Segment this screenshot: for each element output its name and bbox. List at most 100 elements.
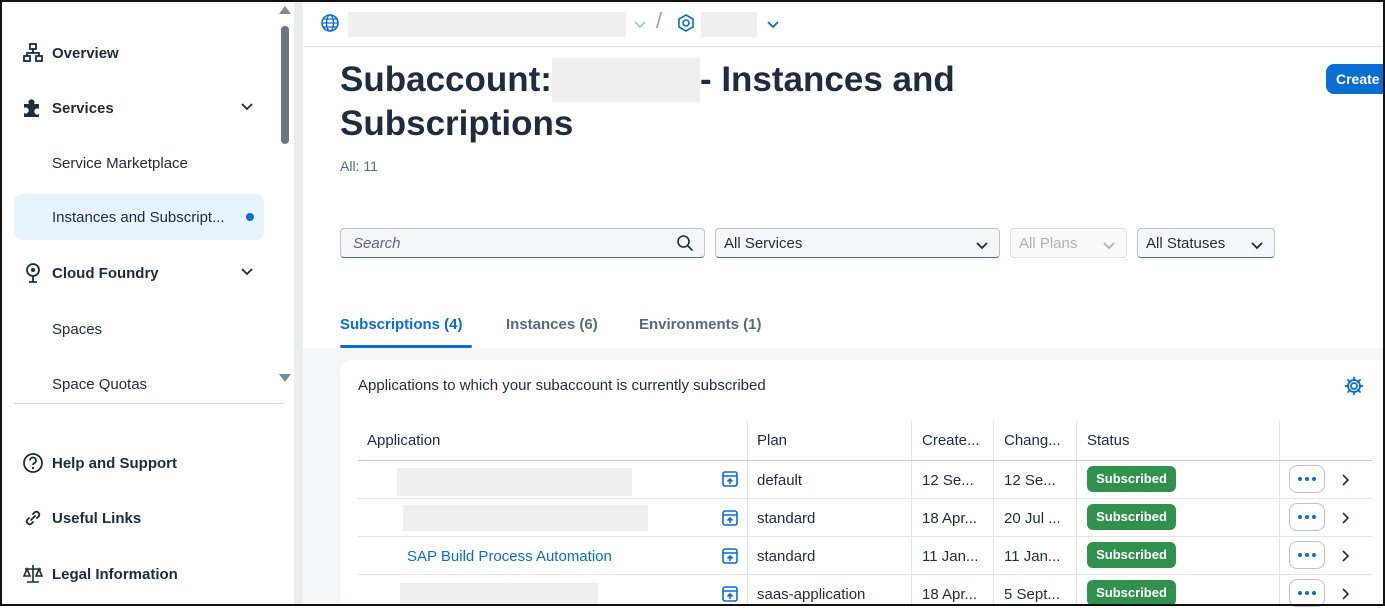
table-header-border: [358, 460, 1372, 461]
changed-cell: 20 Jul ...: [1004, 510, 1061, 527]
plans-select-value: All Plans: [1019, 235, 1078, 252]
statuses-select-value: All Statuses: [1146, 235, 1226, 252]
scroll-up-arrow[interactable]: [279, 6, 291, 14]
puzzle-icon: [22, 97, 44, 119]
tab-subscriptions[interactable]: Subscriptions (4): [340, 316, 463, 333]
sidebar-item-space-quotas[interactable]: Space Quotas: [14, 361, 264, 407]
redacted-application-name: [400, 583, 598, 604]
open-application-icon[interactable]: [721, 585, 739, 608]
sidebar-item-cloud-foundry[interactable]: Cloud Foundry: [14, 250, 264, 296]
redacted-subaccount-name: [551, 58, 700, 102]
chevron-down-icon[interactable]: [240, 264, 254, 282]
plan-cell: default: [757, 472, 803, 489]
globe-icon: [320, 13, 340, 38]
changed-cell: 12 Se...: [1004, 472, 1056, 489]
sidebar-item-label: Help and Support: [52, 454, 177, 472]
open-application-icon[interactable]: [721, 547, 739, 570]
chevron-right-icon[interactable]: [1340, 587, 1350, 606]
plan-cell: standard: [757, 548, 816, 565]
application-link[interactable]: SAP Build Process Automation: [407, 548, 612, 565]
global-account-name[interactable]: [348, 12, 626, 37]
gear-icon[interactable]: [1344, 376, 1364, 401]
chevron-right-icon[interactable]: [1340, 511, 1350, 530]
column-header-status[interactable]: Status: [1087, 432, 1130, 449]
chevron-down-icon[interactable]: [240, 99, 254, 117]
search-placeholder: Search: [353, 235, 401, 252]
status-badge: Subscribed: [1087, 542, 1176, 568]
card-title: Applications to which your subaccount is…: [358, 377, 766, 394]
changed-cell: 5 Sept...: [1004, 586, 1060, 603]
legal-scale-icon: [22, 563, 44, 585]
sidebar-item-label: Overview: [52, 44, 119, 62]
subaccount-name[interactable]: [701, 12, 757, 37]
sidebar-item-help[interactable]: Help and Support: [14, 440, 264, 486]
more-actions-button[interactable]: [1289, 503, 1325, 531]
status-badge: Subscribed: [1087, 504, 1176, 530]
sidebar-item-label: Services: [52, 99, 114, 117]
sidebar-splitter[interactable]: [294, 2, 303, 604]
column-header-created[interactable]: Create...: [922, 432, 980, 449]
sidebar-item-useful-links[interactable]: Useful Links: [14, 495, 264, 541]
sidebar-item-overview[interactable]: Overview: [14, 30, 264, 76]
scroll-down-arrow[interactable]: [279, 374, 291, 382]
chevron-right-icon[interactable]: [1340, 549, 1350, 568]
plan-cell: standard: [757, 510, 816, 527]
chevron-right-icon[interactable]: [1340, 473, 1350, 492]
sidebar-item-label: Cloud Foundry: [52, 264, 159, 282]
created-cell: 18 Apr...: [922, 586, 978, 603]
title-prefix: Subaccount:: [340, 60, 552, 99]
breadcrumb-separator: /: [656, 8, 663, 33]
sidebar-item-instances-subscriptions[interactable]: Instances and Subscript...: [14, 194, 264, 240]
search-input[interactable]: Search: [340, 228, 705, 258]
help-icon: [22, 452, 44, 474]
row-divider: [358, 574, 1372, 575]
sidebar-divider: [14, 403, 284, 404]
sidebar-item-service-marketplace[interactable]: Service Marketplace: [14, 140, 264, 186]
created-cell: 18 Apr...: [922, 510, 978, 527]
column-divider: [1076, 421, 1077, 606]
search-icon[interactable]: [676, 234, 694, 257]
sidebar-item-label: Spaces: [52, 320, 103, 338]
services-select[interactable]: All Services: [715, 228, 1000, 258]
plan-cell: saas-application: [757, 586, 866, 603]
sidebar-item-label: Legal Information: [52, 565, 178, 583]
sidebar-item-label: Useful Links: [52, 509, 142, 527]
chevron-down-icon: [1102, 238, 1116, 256]
create-button[interactable]: Create: [1326, 64, 1385, 94]
more-actions-button[interactable]: [1289, 541, 1325, 569]
chevron-down-icon: [975, 238, 989, 256]
sidebar-item-legal-information[interactable]: Legal Information: [14, 551, 264, 597]
chevron-down-icon: [1250, 238, 1264, 256]
redacted-application-name: [403, 505, 648, 531]
chevron-down-icon[interactable]: [633, 17, 647, 35]
more-actions-button[interactable]: [1289, 579, 1325, 607]
column-divider: [1279, 421, 1280, 606]
plans-select: All Plans: [1010, 228, 1127, 258]
changed-cell: 11 Jan...: [1004, 548, 1061, 565]
row-divider: [358, 536, 1372, 537]
sidebar: Overview Services Service Marketplace In…: [2, 2, 294, 604]
cloud-foundry-icon: [22, 262, 44, 284]
redacted-application-name: [397, 468, 632, 496]
selected-indicator: [246, 213, 254, 221]
active-tab-indicator: [340, 345, 472, 348]
sidebar-scrollbar-thumb[interactable]: [281, 26, 289, 144]
column-header-changed[interactable]: Chang...: [1004, 432, 1061, 449]
tab-instances[interactable]: Instances (6): [506, 316, 598, 333]
column-header-plan[interactable]: Plan: [757, 432, 787, 449]
tab-environments[interactable]: Environments (1): [639, 316, 762, 333]
sidebar-item-label: Service Marketplace: [52, 154, 188, 172]
sidebar-item-spaces[interactable]: Spaces: [14, 306, 264, 352]
open-application-icon[interactable]: [721, 470, 739, 493]
statuses-select[interactable]: All Statuses: [1137, 228, 1275, 258]
created-cell: 11 Jan...: [922, 548, 979, 565]
sidebar-item-label: Space Quotas: [52, 375, 148, 393]
chevron-down-icon[interactable]: [766, 17, 780, 35]
open-application-icon[interactable]: [721, 509, 739, 532]
hierarchy-icon: [22, 42, 44, 64]
sidebar-item-services[interactable]: Services: [14, 85, 264, 131]
more-actions-button[interactable]: [1289, 465, 1325, 493]
sidebar-item-label: Instances and Subscript...: [52, 208, 225, 226]
column-divider: [747, 421, 748, 606]
column-header-application[interactable]: Application: [367, 432, 440, 449]
